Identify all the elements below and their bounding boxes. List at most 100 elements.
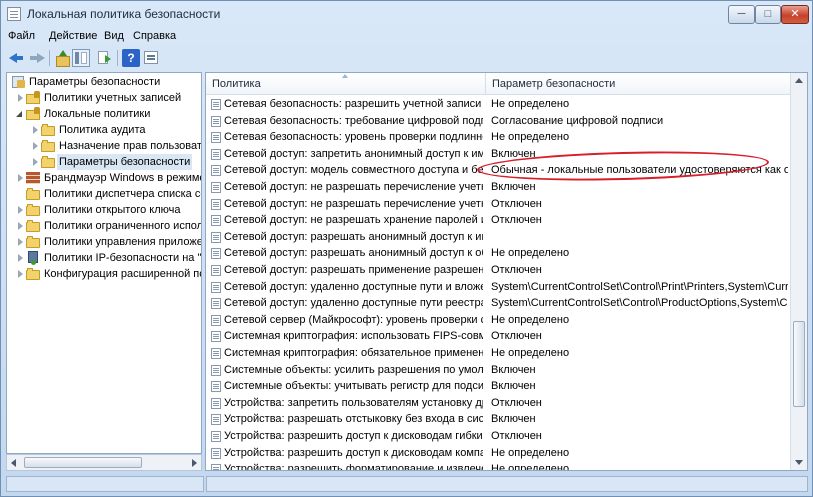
table-row[interactable]: Сетевой доступ: модель совместного досту… [206,162,790,179]
table-row[interactable]: Устройства: запретить пользователям уста… [206,395,790,412]
maximize-button[interactable]: □ [755,5,781,24]
scroll-down-icon[interactable] [795,460,803,465]
policy-name: Сетевой доступ: запретить анонимный дост… [224,147,483,160]
tree-item-software-restriction[interactable]: Политики ограниченного использо [7,218,201,234]
forward-arrow-icon[interactable] [28,49,46,67]
table-row[interactable]: Сетевой доступ: разрешать применение раз… [206,262,790,279]
tree-item-account-policies[interactable]: Политики учетных записей [7,90,201,106]
expand-arrow-icon[interactable] [31,158,39,166]
back-arrow-icon[interactable] [8,49,26,67]
scroll-left-icon[interactable] [11,459,16,467]
expand-arrow-icon[interactable] [16,270,24,278]
tree-item-security-settings-root[interactable]: Параметры безопасности [7,74,201,90]
tree-item-advanced-audit[interactable]: Конфигурация расширенной полит [7,266,201,282]
expand-arrow-icon[interactable] [16,206,24,214]
menu-action[interactable]: Действие [49,30,97,42]
expand-arrow-icon[interactable] [16,174,24,182]
table-row[interactable]: Сетевой доступ: не разрешать хранение па… [206,212,790,229]
tree-item-label: Политики диспетчера списка сетей [44,188,201,200]
tree-item-local-policies[interactable]: Локальные политики [7,106,201,122]
policy-setting: Отключен [491,396,542,409]
expand-arrow-icon[interactable] [31,142,39,150]
folder-icon [26,235,41,248]
policy-setting: Отключен [491,197,542,210]
tree-item-security-options[interactable]: Параметры безопасности [7,154,201,170]
table-row[interactable]: Сетевая безопасность: разрешить учетной … [206,96,790,113]
table-row[interactable]: Системные объекты: усилить разрешения по… [206,362,790,379]
title-bar[interactable]: Локальная политика безопасности ─ □ ✕ [1,1,812,27]
table-row[interactable]: Системная криптография: использовать FIP… [206,328,790,345]
policy-name: Устройства: разрешить доступ к дисковода… [224,446,483,459]
tree-item-public-key-policies[interactable]: Политики открытого ключа [7,202,201,218]
show-hide-tree-icon[interactable] [72,49,90,67]
up-one-level-icon[interactable] [54,49,72,67]
folder-icon [26,91,41,104]
policy-setting: Включен [491,413,536,426]
policy-name: Устройства: разрешить доступ к дисковода… [224,430,483,442]
table-row[interactable]: Сетевой доступ: разрешать анонимный дост… [206,245,790,262]
policy-item-icon [211,298,221,310]
menu-help[interactable]: Справка [133,30,176,42]
tree-horizontal-scrollbar[interactable] [6,454,202,471]
list-vertical-scrollbar[interactable] [790,73,807,470]
policy-name: Системные объекты: учитывать регистр для… [224,380,483,393]
tree-item-audit-policy[interactable]: Политика аудита [7,122,201,138]
table-row[interactable]: Сетевой доступ: удаленно доступные пути … [206,279,790,296]
policy-setting: Не определено [491,347,570,359]
scroll-thumb[interactable] [24,457,142,468]
table-row[interactable]: Сетевой доступ: удаленно доступные пути … [206,295,790,312]
table-row[interactable]: Сетевой сервер (Майкрософт): уровень про… [206,312,790,329]
tree-pane[interactable]: Параметры безопасности Политики учетных … [6,72,202,454]
expand-arrow-icon[interactable] [16,254,24,262]
policy-item-icon [211,381,221,393]
tree-item-application-control[interactable]: Политики управления приложения [7,234,201,250]
table-row[interactable]: Устройства: разрешать отстыковку без вхо… [206,411,790,428]
tree-item-ip-security[interactable]: Политики IP-безопасности на "Лока [7,250,201,266]
column-header-policy[interactable]: Политика [206,73,486,95]
collapse-arrow-icon[interactable] [16,110,24,118]
close-button[interactable]: ✕ [781,5,809,24]
scroll-thumb[interactable] [793,321,805,407]
status-segment [6,476,204,492]
tree-item-label: Политики управления приложения [44,236,202,248]
minimize-button[interactable]: ─ [728,5,755,24]
properties-icon[interactable] [142,49,160,67]
table-row[interactable]: Устройства: разрешить форматирование и и… [206,461,790,470]
table-row[interactable]: Сетевой доступ: запретить анонимный дост… [206,146,790,163]
table-row[interactable]: Сетевой доступ: не разрешать перечислени… [206,196,790,213]
expand-arrow-icon[interactable] [16,222,24,230]
expand-arrow-icon[interactable] [16,238,24,246]
table-row[interactable]: Устройства: разрешить доступ к дисковода… [206,445,790,462]
policy-setting: Включен [491,380,536,393]
folder-icon [41,155,56,168]
expand-arrow-icon[interactable] [16,94,24,102]
table-row[interactable]: Системные объекты: учитывать регистр для… [206,378,790,395]
scroll-right-icon[interactable] [192,459,197,467]
tree-item-network-list-policies[interactable]: Политики диспетчера списка сетей [7,186,201,202]
tree-item-windows-firewall[interactable]: Брандмауэр Windows в режиме пов [7,170,201,186]
policy-item-icon [211,132,221,144]
menu-view[interactable]: Вид [104,30,124,42]
policy-setting: Включен [491,147,536,160]
policy-item-icon [211,182,221,193]
policy-name: Сетевая безопасность: уровень проверки п… [224,131,483,144]
table-row[interactable]: Сетевой доступ: разрешать анонимный дост… [206,229,790,246]
table-row[interactable]: Сетевой доступ: не разрешать перечислени… [206,179,790,196]
menu-file[interactable]: Файл [8,30,35,42]
policy-setting: Отключен [491,430,542,442]
expand-arrow-icon[interactable] [31,126,39,134]
table-row[interactable]: Сетевая безопасность: требование цифрово… [206,113,790,130]
scroll-up-icon[interactable] [795,78,803,83]
policy-setting: System\CurrentControlSet\Control\Product… [491,297,788,310]
export-list-icon[interactable] [96,49,114,67]
column-header-security-setting[interactable]: Параметр безопасности [486,73,790,95]
table-row[interactable]: Системная криптография: обязательное при… [206,345,790,362]
table-row[interactable]: Устройства: разрешить доступ к дисковода… [206,428,790,445]
folder-icon [26,107,41,120]
table-row[interactable]: Сетевая безопасность: уровень проверки п… [206,129,790,146]
help-icon[interactable]: ? [122,49,140,67]
tree-item-label: Политики ограниченного использо [44,220,201,232]
tree-item-user-rights-assignment[interactable]: Назначение прав пользователя [7,138,201,154]
policy-item-icon [211,314,221,326]
tree-item-label: Политики открытого ключа [44,204,181,216]
